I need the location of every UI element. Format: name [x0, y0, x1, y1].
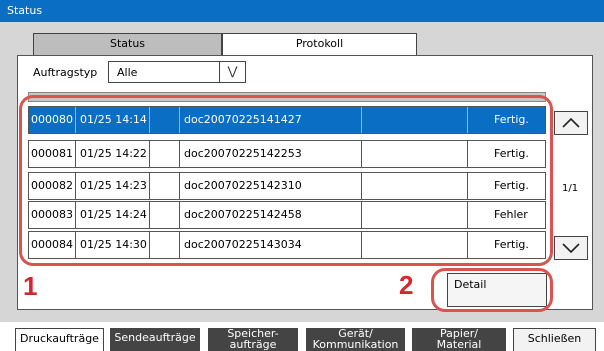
tab-label-line2: Kommunikation [312, 338, 399, 351]
detail-highlight-frame [431, 268, 553, 312]
job-type-select[interactable]: Alle ⋁ [108, 61, 246, 83]
page-indicator: 1/1 [562, 183, 579, 194]
job-type-label: Auftragstyp [33, 66, 98, 79]
window-title: Status [7, 4, 43, 17]
chevron-up-icon [562, 117, 580, 128]
scroll-up-button[interactable] [554, 111, 588, 135]
callout-number-2: 2 [399, 270, 414, 300]
tab-label: Druckaufträge [20, 332, 99, 345]
tab-label: Sendeaufträge [114, 331, 196, 344]
tab-label-line2: aufträge [229, 338, 277, 351]
close-button[interactable]: Schließen [513, 328, 596, 351]
tab-geraet-kommunikation[interactable]: Gerät/ Kommunikation [306, 328, 405, 351]
chevron-down-icon [562, 243, 580, 254]
tab-label-line2: Material [436, 338, 482, 351]
scroll-down-button[interactable] [554, 236, 588, 260]
tab-speicherauftraege[interactable]: Speicher- aufträge [208, 328, 298, 351]
tab-druckauftraege[interactable]: Druckaufträge [15, 328, 104, 351]
callout-number-1: 1 [23, 271, 38, 301]
list-highlight-frame [19, 95, 553, 266]
double-chevron-down-icon[interactable]: ⋁ [219, 62, 245, 82]
tab-protokoll[interactable]: Protokoll [222, 33, 417, 55]
job-type-value: Alle [117, 66, 138, 79]
tab-sendeauftraege[interactable]: Sendeaufträge [110, 328, 200, 351]
tab-status[interactable]: Status [33, 33, 222, 55]
tab-papier-material[interactable]: Papier/ Material [412, 328, 506, 351]
title-bar: Status [0, 0, 604, 22]
